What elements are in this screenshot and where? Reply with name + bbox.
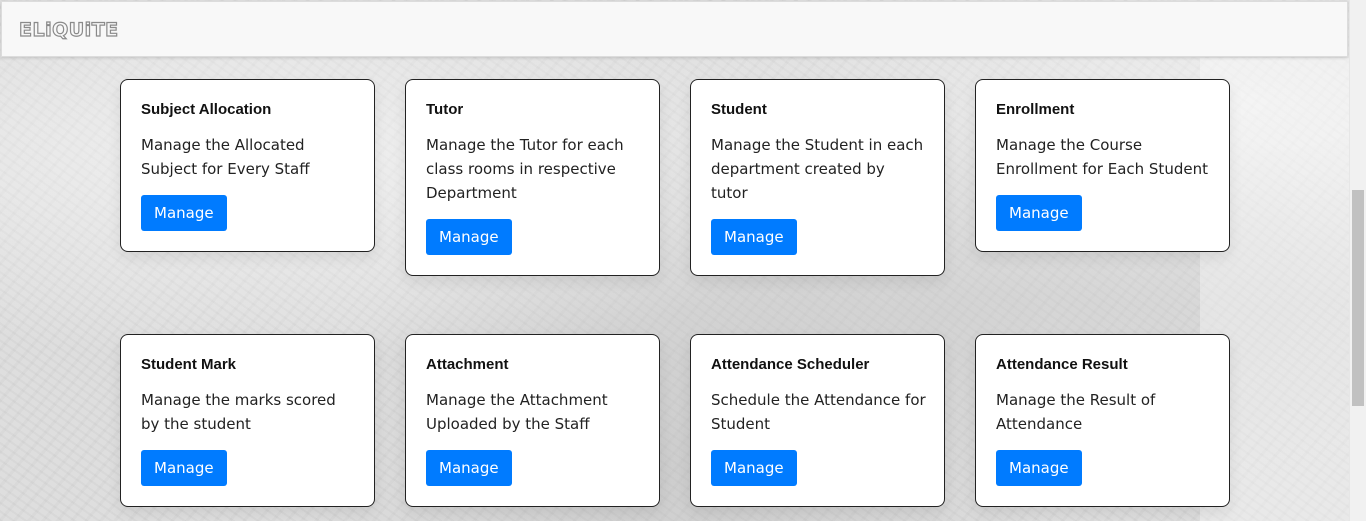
manage-attachment-button[interactable]: Manage (426, 450, 512, 486)
card-description: Manage the marks scored by the student (141, 391, 336, 433)
card-attendance-result: Attendance Result Manage the Result of A… (975, 334, 1230, 507)
card-student: Student Manage the Student in each depar… (690, 79, 945, 276)
manage-subject-allocation-button[interactable]: Manage (141, 195, 227, 231)
scrollbar-thumb[interactable] (1352, 190, 1364, 406)
card-title: Subject Allocation (141, 101, 272, 118)
manage-attendance-result-button[interactable]: Manage (996, 450, 1082, 486)
manage-attendance-scheduler-button[interactable]: Manage (711, 450, 797, 486)
card-attachment: Attachment Manage the Attachment Uploade… (405, 334, 660, 507)
card-subject-allocation: Subject Allocation Manage the Allocated … (120, 79, 375, 252)
card-title: Tutor (426, 101, 464, 118)
card-description: Schedule the Attendance for Student (711, 391, 926, 433)
card-title: Student (711, 101, 767, 118)
card-title: Attendance Result (996, 356, 1128, 373)
card-enrollment: Enrollment Manage the Course Enrollment … (975, 79, 1230, 252)
card-description: Manage the Allocated Subject for Every S… (141, 136, 310, 178)
card-title: Attachment (426, 356, 509, 373)
card-title: Student Mark (141, 356, 237, 373)
card-description: Manage the Attachment Uploaded by the St… (426, 391, 608, 433)
manage-student-button[interactable]: Manage (711, 219, 797, 255)
top-navbar: ELiQUiTE (1, 1, 1348, 57)
card-title: Attendance Scheduler (711, 356, 870, 373)
card-tutor: Tutor Manage the Tutor for each class ro… (405, 79, 660, 276)
card-attendance-scheduler: Attendance Scheduler Schedule the Attend… (690, 334, 945, 507)
card-description: Manage the Tutor for each class rooms in… (426, 136, 624, 202)
card-title: Enrollment (996, 101, 1075, 118)
vertical-scrollbar[interactable] (1349, 0, 1366, 521)
card-description: Manage the Result of Attendance (996, 391, 1156, 433)
manage-enrollment-button[interactable]: Manage (996, 195, 1082, 231)
brand-logo[interactable]: ELiQUiTE (18, 18, 118, 41)
card-student-mark: Student Mark Manage the marks scored by … (120, 334, 375, 507)
card-description: Manage the Student in each department cr… (711, 136, 924, 202)
manage-tutor-button[interactable]: Manage (426, 219, 512, 255)
card-description: Manage the Course Enrollment for Each St… (996, 136, 1208, 178)
manage-student-mark-button[interactable]: Manage (141, 450, 227, 486)
